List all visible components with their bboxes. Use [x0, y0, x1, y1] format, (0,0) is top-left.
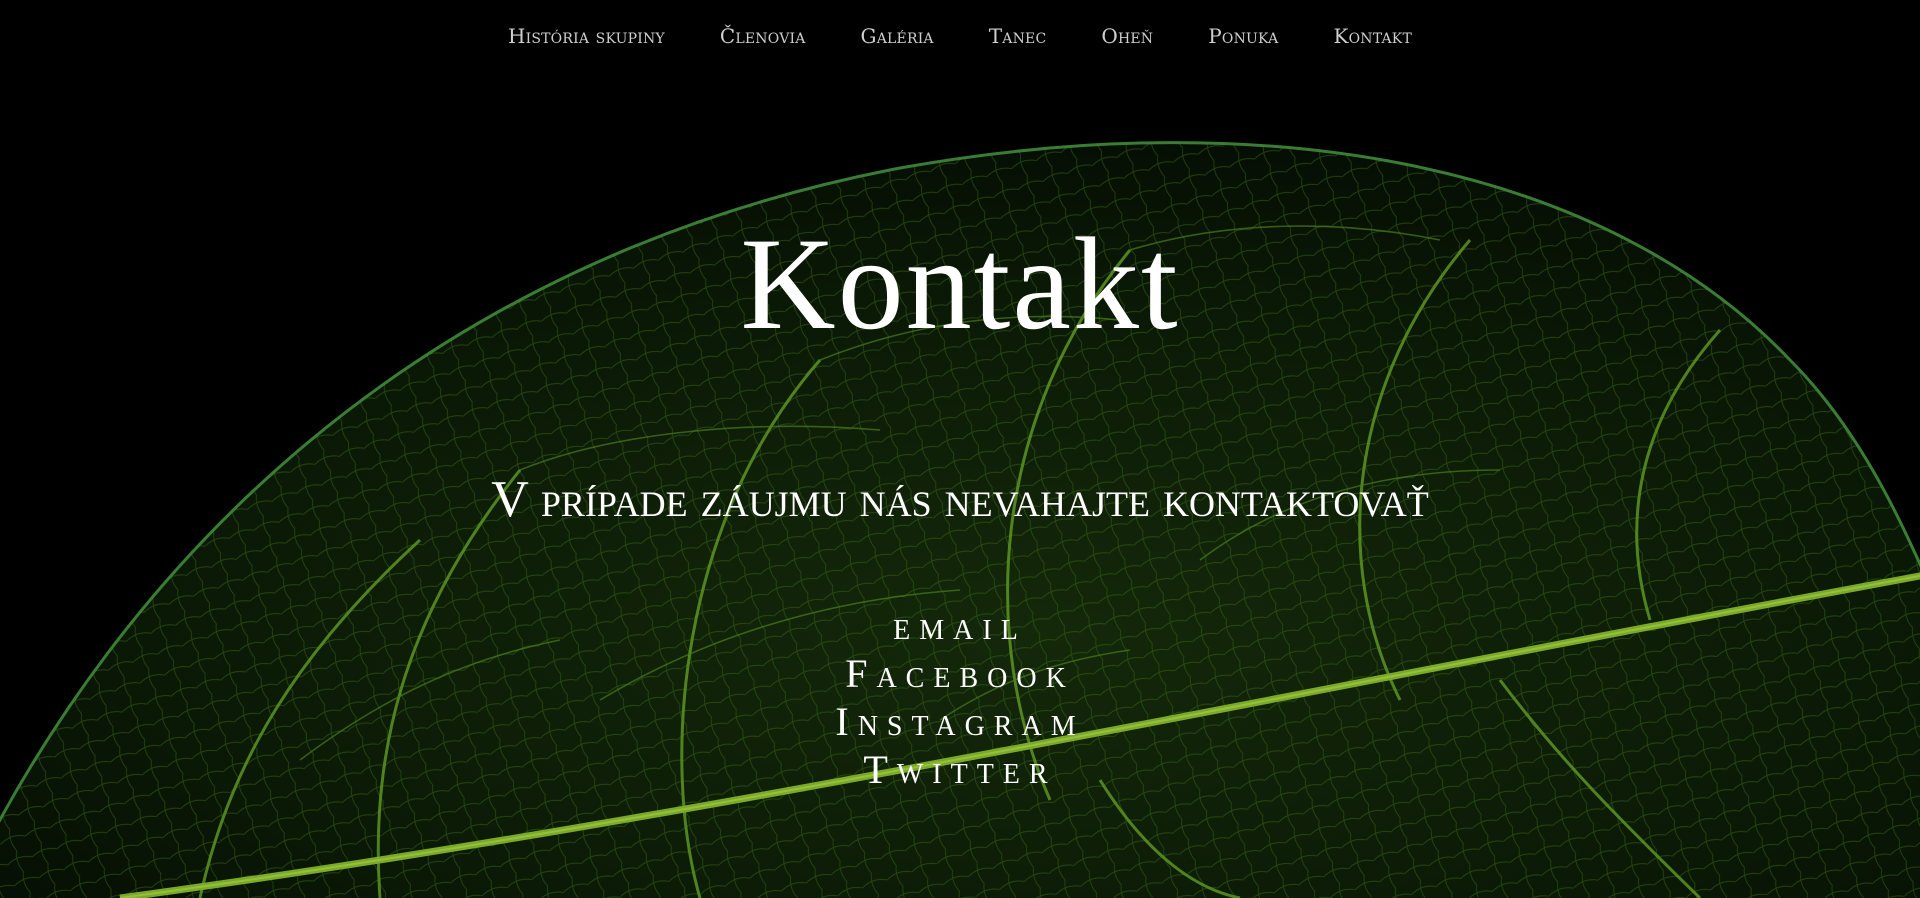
email-link[interactable]: email [893, 602, 1027, 650]
page-title: Kontakt [740, 210, 1180, 357]
nav-item-kontakt[interactable]: Kontakt [1333, 24, 1412, 48]
nav-item-ohen[interactable]: Oheň [1101, 24, 1153, 48]
nav-item-tanec[interactable]: Tanec [989, 24, 1047, 48]
instagram-link[interactable]: Instagram [835, 698, 1084, 746]
nav-item-galeria[interactable]: Galéria [861, 24, 934, 48]
contact-page: História skupiny Členovia Galéria Tanec … [0, 0, 1920, 898]
main-nav: História skupiny Členovia Galéria Tanec … [0, 24, 1920, 48]
contact-links-list: email Facebook Instagram Twitter [0, 602, 1920, 794]
nav-item-ponuka[interactable]: Ponuka [1208, 24, 1278, 48]
nav-item-clenovia[interactable]: Členovia [720, 24, 806, 48]
facebook-link[interactable]: Facebook [845, 650, 1075, 698]
nav-item-historia[interactable]: História skupiny [508, 24, 665, 48]
twitter-link[interactable]: Twitter [863, 746, 1056, 794]
contact-invitation-text: V prípade záujmu nás nevahajte kontaktov… [491, 471, 1429, 528]
